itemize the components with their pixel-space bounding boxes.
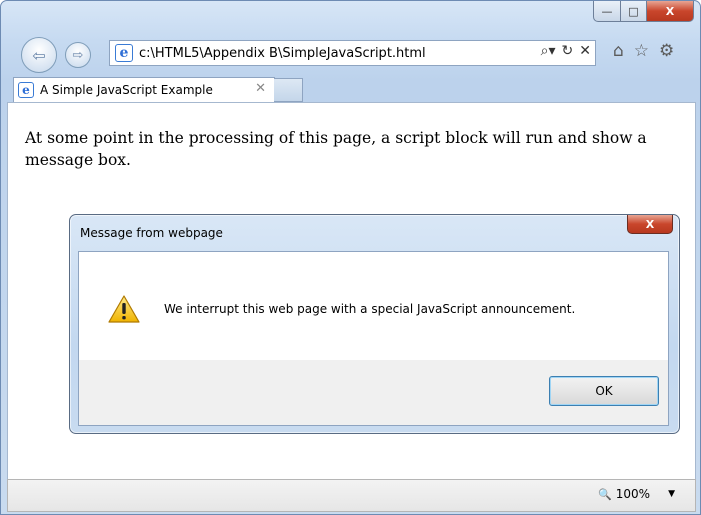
dialog-title: Message from webpage [80,226,223,240]
ok-button[interactable]: OK [549,376,659,406]
close-window-button[interactable]: X [647,1,694,22]
home-icon[interactable]: ⌂ [613,41,624,61]
toolbar-icons: ⌂ ☆ ⚙ [613,41,674,61]
warning-icon [108,295,140,323]
zoom-control[interactable]: 🔍 100% ▼ [598,487,675,501]
ie-page-icon: e [115,44,133,62]
title-bar: — □ X [1,1,700,35]
page-paragraph: At some point in the processing of this … [25,129,647,169]
address-bar-icons: ⌕▾ ↻ ✕ [541,43,591,59]
zoom-level: 100% [615,487,651,501]
tools-gear-icon[interactable]: ⚙ [659,41,674,61]
address-url[interactable]: c:\HTML5\Appendix B\SimpleJavaScript.htm… [139,46,426,61]
browser-window: — □ X ⇦ ⇨ e c:\HTML5\Appendix B\SimpleJa… [0,0,701,515]
status-bar: 🔍 100% ▼ [7,479,696,512]
tab-active[interactable]: e A Simple JavaScript Example ✕ [13,77,275,102]
dialog-close-button[interactable]: X [627,215,673,234]
dialog-body: We interrupt this web page with a specia… [78,251,669,426]
search-icon[interactable]: ⌕▾ [541,43,556,59]
dialog-message: We interrupt this web page with a specia… [164,302,576,316]
zoom-icon: 🔍 [598,487,612,501]
caption-buttons: — □ X [593,1,694,22]
forward-button[interactable]: ⇨ [65,42,91,68]
dialog-message-area: We interrupt this web page with a specia… [79,252,668,360]
navigation-bar: ⇦ ⇨ e c:\HTML5\Appendix B\SimpleJavaScri… [1,35,700,73]
forward-arrow-icon: ⇨ [72,47,84,63]
dialog-footer: OK [79,360,668,425]
new-tab-button[interactable] [274,78,303,102]
back-arrow-icon: ⇦ [32,45,46,65]
address-bar[interactable]: e c:\HTML5\Appendix B\SimpleJavaScript.h… [109,40,596,66]
stop-icon[interactable]: ✕ [579,43,591,59]
back-button[interactable]: ⇦ [21,37,57,73]
tab-strip: e A Simple JavaScript Example ✕ [1,77,700,102]
favorites-icon[interactable]: ☆ [634,41,649,61]
ie-tab-icon: e [18,82,34,98]
tab-title: A Simple JavaScript Example [40,83,213,97]
message-dialog: Message from webpage X We interrupt this… [69,214,680,434]
zoom-dropdown-icon[interactable]: ▼ [668,489,675,499]
refresh-icon[interactable]: ↻ [562,43,574,59]
tab-close-icon[interactable]: ✕ [255,81,266,96]
minimize-button[interactable]: — [593,1,621,22]
maximize-button[interactable]: □ [621,1,647,22]
